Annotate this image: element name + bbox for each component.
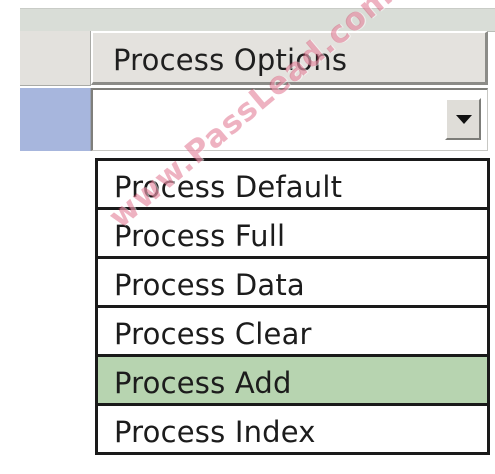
chevron-down-icon [456,115,472,124]
option-process-clear[interactable]: Process Clear [98,308,487,357]
option-process-full[interactable]: Process Full [98,210,487,259]
option-label: Process Full [114,219,286,253]
option-label: Process Add [114,366,292,400]
grid-top-strip [20,8,495,32]
option-label: Process Data [114,268,305,302]
option-process-add[interactable]: Process Add [98,357,487,406]
row-selector[interactable] [20,88,91,151]
option-process-data[interactable]: Process Data [98,259,487,308]
row-header-cell [20,31,91,86]
option-label: Process Default [114,170,343,204]
process-options-dropdown-list: Process Default Process Full Process Dat… [95,158,490,455]
option-label: Process Index [114,415,316,449]
process-options-combo-box[interactable] [91,88,488,151]
option-process-default[interactable]: Process Default [98,161,487,210]
option-process-index[interactable]: Process Index [98,406,487,455]
dropdown-button[interactable] [445,98,481,140]
process-options-column-header[interactable]: Process Options [91,31,488,85]
option-label: Process Clear [114,317,312,351]
column-header-label: Process Options [113,43,348,77]
process-options-screenshot: Process Options Process Default Process … [0,0,495,474]
